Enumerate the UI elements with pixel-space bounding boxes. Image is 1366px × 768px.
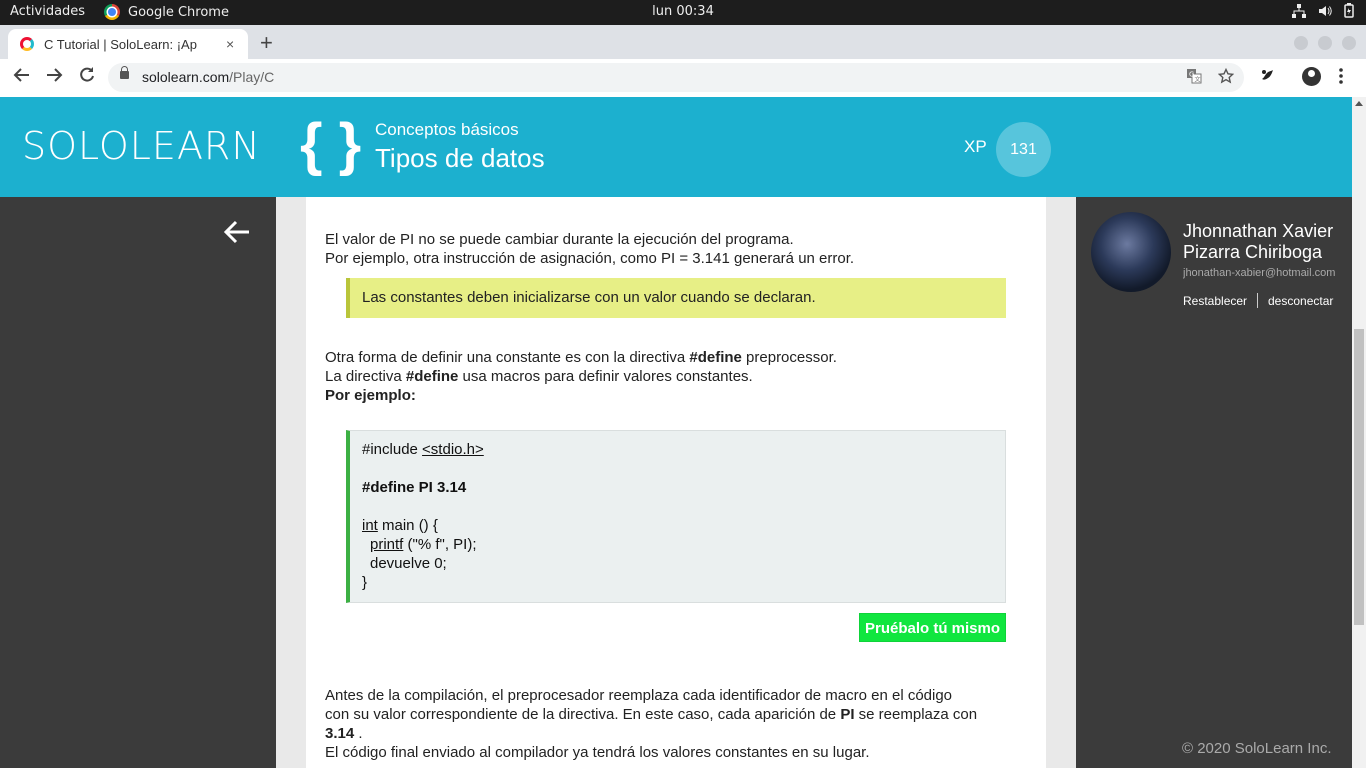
code-line: printf ("% f", PI); bbox=[370, 536, 477, 553]
note-text: Las constantes deben inicializarse con u… bbox=[362, 289, 816, 306]
note-box: Las constantes deben inicializarse con u… bbox=[346, 278, 1006, 318]
reload-button[interactable] bbox=[78, 66, 96, 89]
example-label: Por ejemplo: bbox=[325, 387, 416, 404]
code-block: #include <stdio.h> #define PI 3.14 int m… bbox=[346, 430, 1006, 603]
browser-toolbar: sololearn.com/Play/C G文 bbox=[0, 59, 1366, 98]
tab-close-icon[interactable]: × bbox=[226, 36, 234, 52]
reload-icon bbox=[80, 67, 94, 82]
page-scrollbar[interactable] bbox=[1352, 97, 1366, 768]
code-line: } bbox=[362, 574, 368, 591]
link-separator bbox=[1257, 293, 1258, 308]
network-icon bbox=[1292, 3, 1306, 22]
back-to-lessons-button[interactable] bbox=[222, 217, 252, 255]
copyright-text: © 2020 SoloLearn Inc. bbox=[1182, 740, 1332, 757]
code-line: #define PI 3.14 bbox=[362, 479, 467, 496]
paragraph-2: Otra forma de definir una constante es c… bbox=[325, 349, 837, 404]
volume-icon bbox=[1318, 4, 1332, 22]
close-window-button[interactable] bbox=[1342, 36, 1356, 50]
forward-button[interactable] bbox=[45, 66, 63, 89]
left-sidebar bbox=[0, 197, 276, 768]
browser-tab[interactable]: C Tutorial | SoloLearn: ¡Ap × bbox=[8, 29, 248, 59]
scroll-up-icon[interactable] bbox=[1355, 101, 1363, 106]
tab-title: C Tutorial | SoloLearn: ¡Ap bbox=[44, 36, 197, 52]
bookmark-star-icon[interactable] bbox=[1217, 67, 1235, 88]
minimize-button[interactable] bbox=[1294, 36, 1308, 50]
xp-label: XP bbox=[964, 137, 987, 156]
maximize-button[interactable] bbox=[1318, 36, 1332, 50]
system-tray[interactable] bbox=[1292, 3, 1354, 22]
try-it-yourself-button[interactable]: Pruébalo tú mismo bbox=[859, 613, 1006, 642]
sololearn-logo[interactable]: SOLOLEARN bbox=[22, 124, 261, 168]
code-line: devuelve 0; bbox=[370, 555, 447, 572]
user-email: jhonathan-xabier@hotmail.com bbox=[1183, 267, 1336, 279]
new-tab-button[interactable]: + bbox=[260, 30, 273, 56]
url-text[interactable]: sololearn.com/Play/C bbox=[142, 69, 274, 85]
user-name[interactable]: Jhonnathan Xavier Pizarra Chiriboga bbox=[1183, 221, 1351, 263]
module-name: Conceptos básicos bbox=[375, 120, 519, 139]
logout-link[interactable]: desconectar bbox=[1268, 294, 1333, 308]
battery-icon bbox=[1344, 3, 1354, 22]
back-arrow-icon bbox=[13, 68, 29, 82]
system-top-bar: Actividades Google Chrome lun 00:34 bbox=[0, 0, 1366, 25]
paragraph-4: Antes de la compilación, el preprocesado… bbox=[325, 687, 978, 761]
app-menu[interactable]: Google Chrome bbox=[104, 4, 229, 20]
app-name: Google Chrome bbox=[128, 4, 229, 20]
forward-arrow-icon bbox=[47, 68, 63, 82]
lesson-title: Tipos de datos bbox=[375, 143, 545, 173]
code-line: int main () { bbox=[362, 517, 438, 534]
xp-badge: 131 bbox=[996, 122, 1051, 177]
code-line: #include <stdio.h> bbox=[362, 441, 484, 458]
sololearn-favicon-icon bbox=[20, 37, 34, 51]
lock-icon[interactable] bbox=[120, 66, 129, 79]
scroll-thumb[interactable] bbox=[1354, 329, 1364, 625]
menu-kebab-icon[interactable] bbox=[1338, 67, 1344, 90]
left-arrow-icon bbox=[223, 220, 249, 244]
activities-button[interactable]: Actividades bbox=[10, 4, 85, 19]
paragraph-1: El valor de PI no se puede cambiar duran… bbox=[325, 231, 855, 267]
user-avatar[interactable] bbox=[1091, 212, 1171, 292]
site-header: SOLOLEARN { } Conceptos básicos Tipos de… bbox=[0, 97, 1352, 197]
svg-text:文: 文 bbox=[1195, 76, 1201, 84]
reset-link[interactable]: Restablecer bbox=[1183, 294, 1247, 308]
address-bar[interactable]: sololearn.com/Play/C G文 bbox=[108, 63, 1244, 92]
profile-avatar-icon[interactable] bbox=[1302, 67, 1321, 86]
back-button[interactable] bbox=[13, 66, 31, 89]
extension-icon[interactable] bbox=[1259, 67, 1275, 88]
course-braces-icon: { } bbox=[300, 112, 362, 177]
chrome-icon bbox=[104, 4, 120, 20]
tab-strip: C Tutorial | SoloLearn: ¡Ap × + bbox=[0, 25, 1366, 59]
translate-icon[interactable]: G文 bbox=[1186, 68, 1202, 88]
